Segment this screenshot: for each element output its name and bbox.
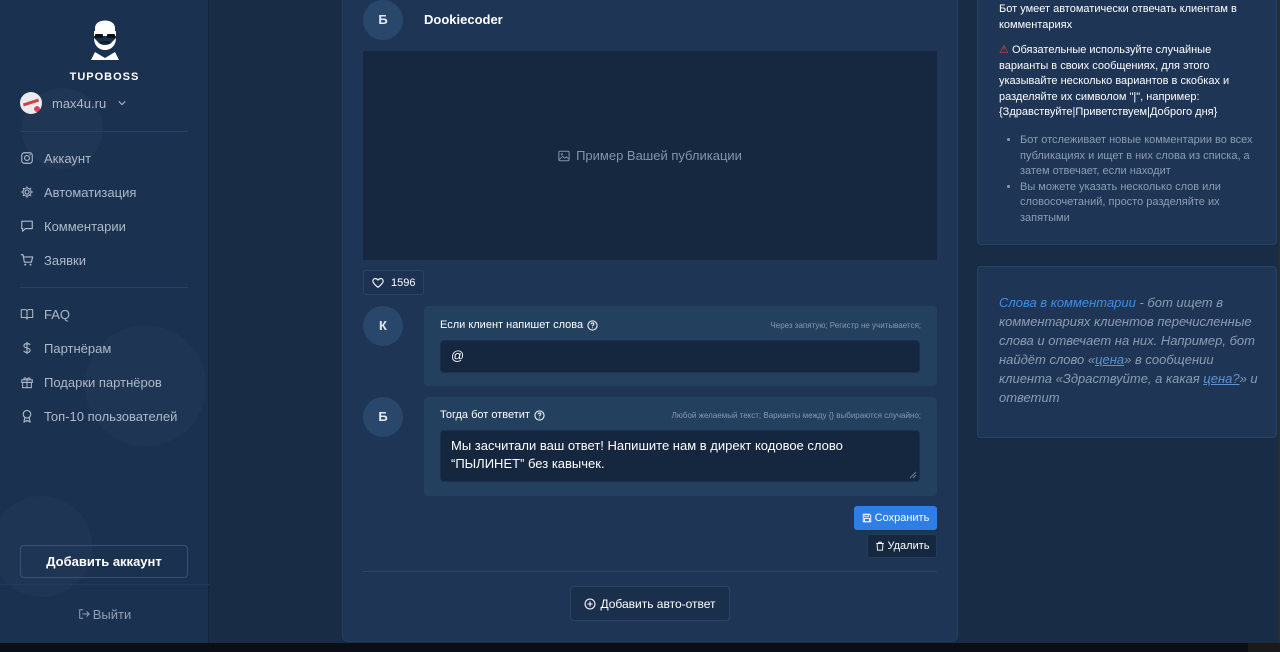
sidebar-item-partner-gifts[interactable]: Подарки партнёров: [20, 365, 188, 399]
sidebar-item-label: FAQ: [44, 306, 71, 322]
info-warning-text: Обязательные используйте случайные вариа…: [999, 44, 1230, 118]
sidebar-divider: [20, 131, 188, 132]
help-icon[interactable]: [587, 319, 598, 331]
info-bullet: Бот отслеживает новые комментарии во все…: [1020, 133, 1253, 180]
warning-icon: ⚠: [999, 44, 1009, 56]
save-button[interactable]: Сохранить: [854, 506, 937, 530]
comment-icon: [21, 220, 33, 232]
brand-name: TUPOBOSS: [69, 71, 140, 83]
sidebar-nav-secondary: FAQ Партнёрам Подарки партнёров Топ-10 п…: [20, 297, 188, 433]
image-icon: [558, 150, 570, 161]
sidebar-nav-main: Аккаунт Автоматизация Комментарии Заявки: [20, 141, 188, 277]
sidebar-item-faq[interactable]: FAQ: [20, 297, 188, 331]
bearded-man-logo-icon: [90, 20, 119, 60]
sidebar-item-label: Заявки: [44, 252, 86, 268]
resize-handle-icon[interactable]: [909, 471, 917, 479]
cart-icon: [20, 254, 34, 266]
help-icon[interactable]: [534, 409, 545, 421]
trigger-words-label-text: Если клиент напишет слова: [440, 319, 584, 331]
trigger-words-hint: Через запятую; Регистр не учитывается;: [770, 321, 921, 330]
account-switcher[interactable]: max4u.ru: [20, 92, 126, 114]
info-bullets: Бот отслеживает новые комментарии во все…: [1008, 133, 1253, 226]
example-word: цена?: [1203, 371, 1240, 386]
logout-link[interactable]: Выйти: [0, 607, 209, 622]
sidebar-item-account[interactable]: Аккаунт: [20, 141, 188, 175]
sidebar-item-label: Подарки партнёров: [44, 374, 162, 390]
sidebar-item-automation[interactable]: Автоматизация: [20, 175, 188, 209]
sidebar: TUPOBOSS max4u.ru Аккаунт Автоматизация …: [0, 0, 209, 643]
save-button-label: Сохранить: [874, 512, 930, 524]
bot-reply-label-text: Тогда бот ответит: [440, 409, 530, 421]
trash-icon: [875, 541, 884, 551]
sidebar-item-label: Аккаунт: [44, 150, 92, 166]
post-image-placeholder: Пример Вашей публикации: [363, 51, 937, 260]
logout-label: Выйти: [92, 607, 132, 622]
info-panel-howto: Бот умеет автоматически отвечать клиента…: [977, 0, 1277, 245]
info-panel-example: Слова в комментарии - бот ищет в коммент…: [977, 266, 1277, 438]
info-example-note: Слова в комментарии - бот ищет в коммент…: [999, 293, 1259, 407]
bot-avatar: Б: [363, 397, 403, 437]
gear-icon: [21, 186, 33, 198]
client-avatar: К: [363, 306, 403, 346]
trigger-words-input[interactable]: @: [440, 340, 920, 373]
sidebar-divider: [20, 287, 188, 288]
info-intro: Бот умеет автоматически отвечать клиента…: [999, 3, 1237, 31]
plus-circle-icon: [584, 598, 596, 609]
bot-reply-box: Тогда бот ответит Любой желаемый текст; …: [424, 397, 937, 496]
info-warning: ⚠ Обязательные используйте случайные вар…: [999, 43, 1239, 121]
bot-reply-text: Мы засчитали ваш ответ! Напишите нам в д…: [451, 438, 843, 471]
logo[interactable]: TUPOBOSS: [0, 14, 209, 83]
floppy-disk-icon: [862, 513, 871, 523]
post-image-label: Пример Вашей публикации: [576, 148, 742, 163]
likes-count: 1596: [391, 276, 416, 289]
delete-button-label: Удалить: [887, 540, 930, 552]
sidebar-item-label: Партнёрам: [44, 340, 112, 356]
bot-reply-textarea[interactable]: Мы засчитали ваш ответ! Напишите нам в д…: [440, 430, 920, 482]
likes-counter[interactable]: 1596: [363, 270, 425, 295]
sidebar-item-label: Топ-10 пользователей: [44, 408, 178, 424]
gift-icon: [21, 377, 33, 389]
account-avatar: [20, 92, 42, 114]
example-word: цена: [1095, 352, 1125, 367]
trigger-words-box: Если клиент напишет слова Через запятую;…: [424, 306, 937, 386]
sidebar-item-top-users[interactable]: Топ-10 пользователей: [20, 399, 188, 433]
sidebar-item-label: Автоматизация: [44, 184, 137, 200]
sidebar-divider: [0, 584, 209, 585]
instagram-icon: [21, 152, 33, 164]
delete-button[interactable]: Удалить: [867, 534, 937, 558]
logout-icon: [78, 609, 90, 619]
add-auto-reply-label: Добавить авто-ответ: [600, 596, 716, 611]
dollar-icon: [23, 341, 31, 355]
add-auto-reply-button[interactable]: Добавить авто-ответ: [570, 586, 730, 621]
post-author-avatar: Б: [363, 0, 403, 40]
award-icon: [22, 409, 32, 423]
sidebar-item-label: Комментарии: [44, 218, 126, 234]
account-name: max4u.ru: [52, 95, 107, 111]
sidebar-item-partners[interactable]: Партнёрам: [20, 331, 188, 365]
sidebar-item-comments[interactable]: Комментарии: [20, 209, 188, 243]
add-account-button[interactable]: Добавить аккаунт: [20, 545, 188, 578]
keywords-link[interactable]: Слова в комментарии: [999, 295, 1136, 310]
book-icon: [20, 309, 34, 320]
post-author-name: Dookiecoder: [424, 12, 503, 27]
heart-icon: [372, 277, 384, 288]
info-bullet: Вы можете указать несколько слов или сло…: [1020, 180, 1253, 227]
bot-reply-hint: Любой желаемый текст; Варианты между {} …: [671, 411, 921, 420]
chevron-down-icon: [118, 101, 126, 106]
bottom-bar: [0, 643, 1280, 652]
bot-reply-label: Тогда бот ответит: [440, 409, 545, 421]
sidebar-item-requests[interactable]: Заявки: [20, 243, 188, 277]
trigger-words-label: Если клиент напишет слова: [440, 319, 598, 331]
card-divider: [363, 571, 937, 572]
